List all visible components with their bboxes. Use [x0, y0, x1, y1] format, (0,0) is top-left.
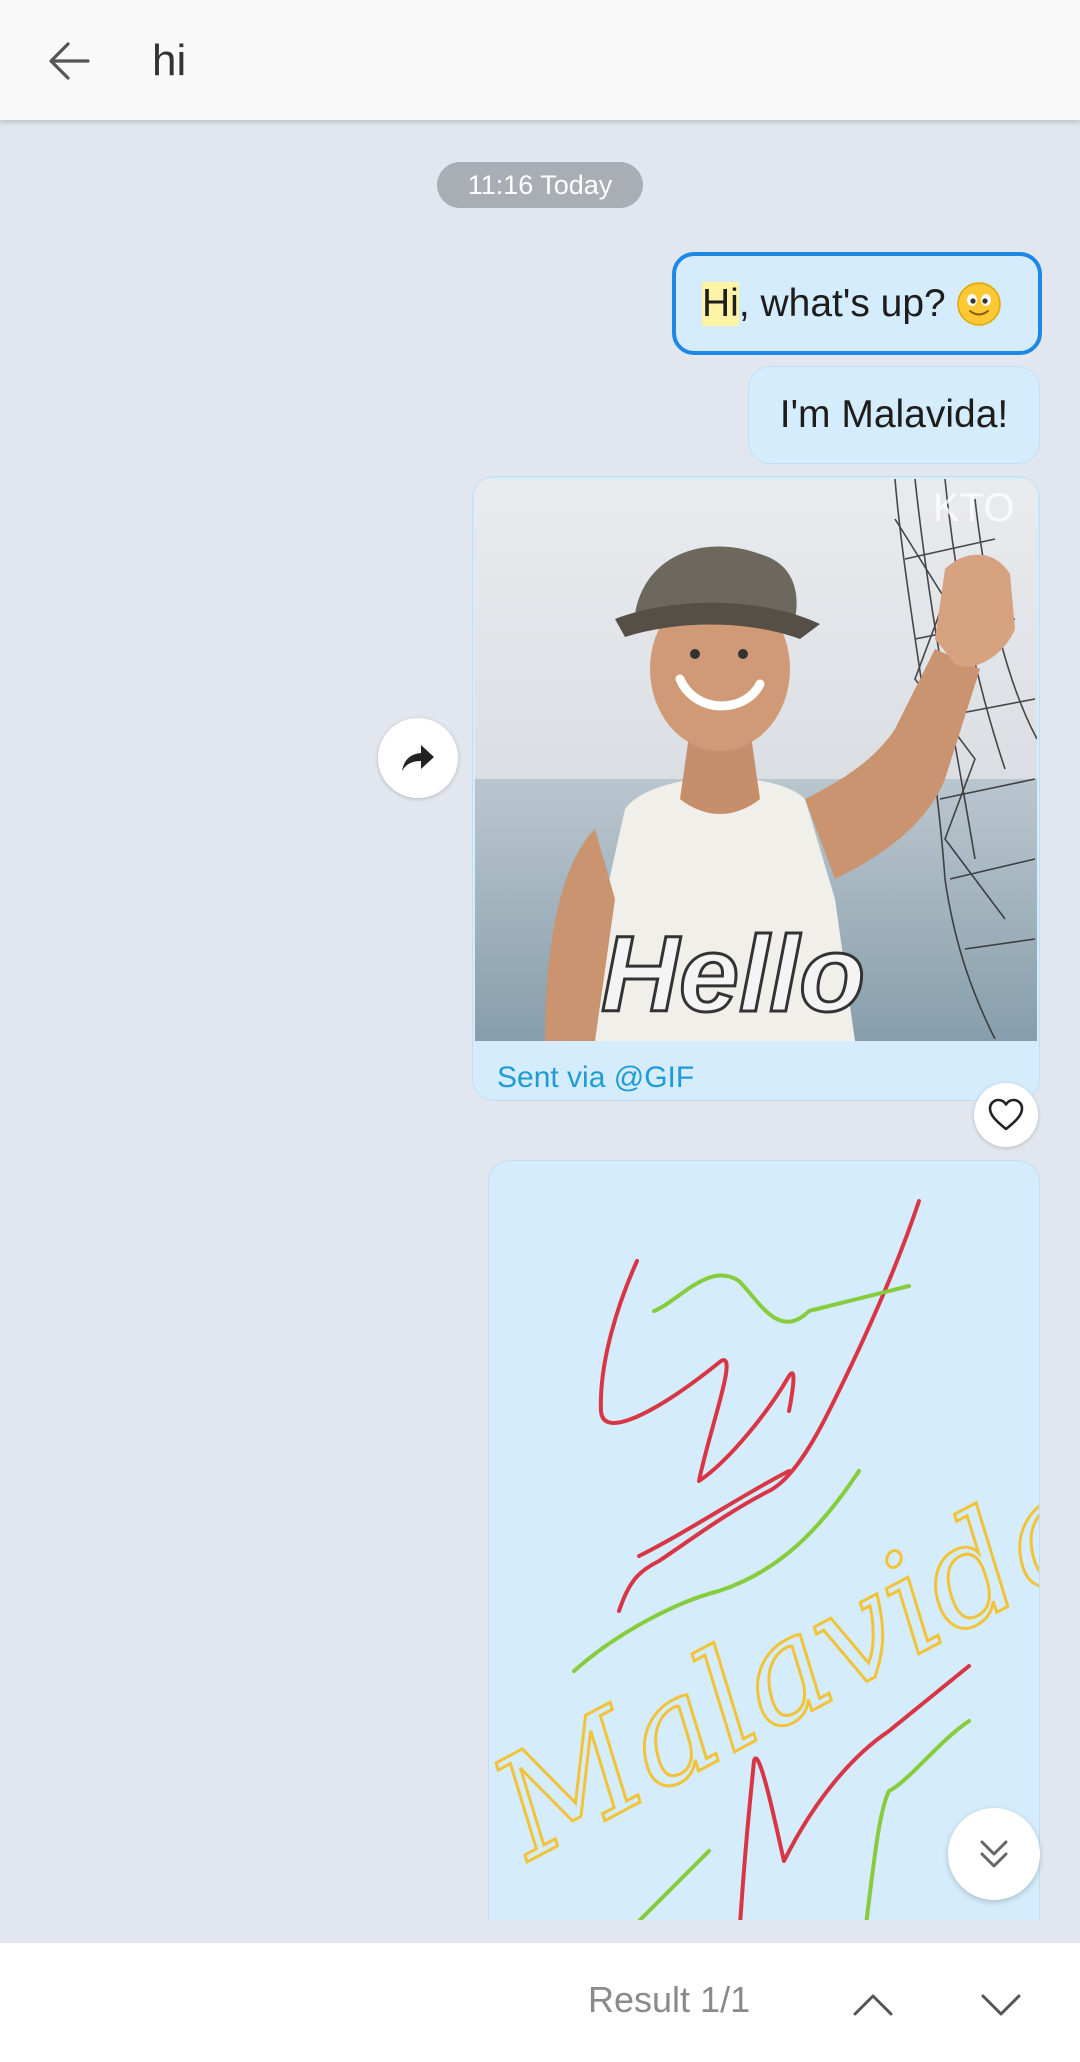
- scroll-to-bottom-button[interactable]: [948, 1808, 1040, 1900]
- search-header: [0, 0, 1080, 120]
- drawing-message[interactable]: Malavida: [488, 1160, 1040, 1920]
- search-result-bar: Result 1/1: [0, 1942, 1080, 2062]
- chevron-down-icon: [981, 1994, 1021, 2016]
- like-button[interactable]: [974, 1083, 1038, 1147]
- smiling-face-icon: [957, 281, 1001, 326]
- gif-overlay-text: Hello: [601, 913, 865, 1034]
- chevron-up-icon: [853, 1994, 893, 2016]
- heart-icon: [988, 1098, 1024, 1131]
- message-bubble-hi[interactable]: Hi, what's up?: [672, 252, 1042, 355]
- back-button[interactable]: [36, 28, 102, 94]
- message-text: , what's up?: [738, 281, 946, 325]
- message-text: I'm Malavida!: [779, 393, 1009, 436]
- message-bubble-malavida[interactable]: I'm Malavida!: [748, 366, 1040, 464]
- gif-message[interactable]: KTO Hello Sent via @GIF: [472, 476, 1040, 1101]
- gif-watermark: KTO: [933, 486, 1015, 530]
- gif-caption: Sent via @GIF: [497, 1061, 695, 1094]
- search-input[interactable]: [152, 28, 1032, 94]
- drawing-image: Malavida: [489, 1199, 1039, 1920]
- search-result-count: Result 1/1: [588, 1979, 751, 2020]
- arrow-left-icon: [49, 42, 90, 80]
- forward-button[interactable]: [378, 718, 458, 798]
- next-result-button[interactable]: [968, 1971, 1034, 2037]
- double-chevron-down-icon: [980, 1840, 1008, 1868]
- gif-image[interactable]: KTO Hello: [475, 479, 1037, 1041]
- previous-result-button[interactable]: [840, 1971, 906, 2037]
- date-separator: 11:16 Today: [437, 162, 643, 208]
- share-arrow-icon: [402, 745, 434, 771]
- search-match-highlight: Hi: [702, 281, 739, 326]
